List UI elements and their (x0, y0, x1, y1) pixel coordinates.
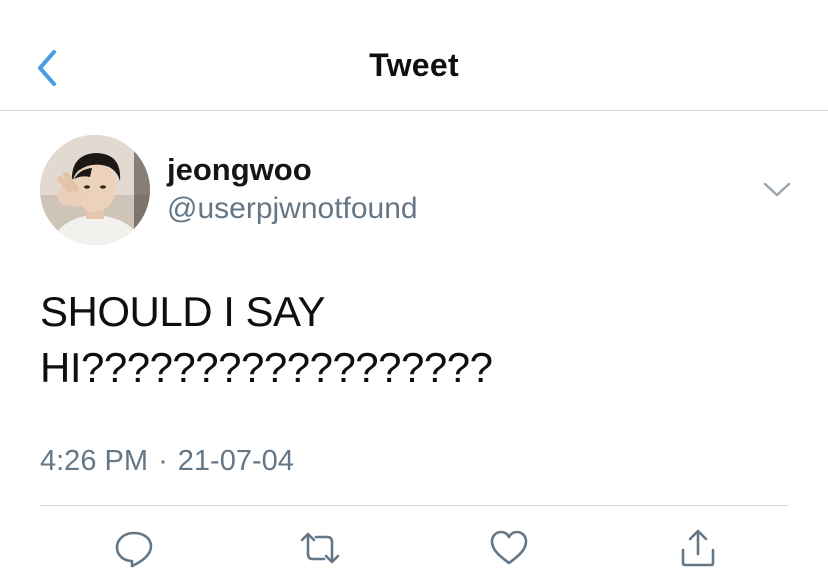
navigation-bar: Tweet (0, 0, 828, 111)
retweet-icon (300, 532, 340, 564)
tweet-menu-button[interactable] (760, 178, 794, 202)
like-button[interactable] (487, 526, 531, 570)
author-handle[interactable]: @userpjwnotfound (167, 192, 418, 226)
reply-button[interactable] (112, 526, 156, 570)
timestamp-separator: · (158, 445, 168, 477)
divider (40, 505, 788, 506)
author-display-name[interactable]: jeongwoo (167, 152, 312, 188)
share-icon (681, 529, 715, 567)
tweet-date: 21-07-04 (177, 445, 294, 477)
tweet-detail-screen: Tweet jeongwoo @userpjwnotfound SHOULD I… (0, 0, 828, 587)
avatar[interactable] (40, 135, 150, 245)
reply-icon (115, 531, 153, 568)
tweet-text-line: HI?????????????????? (40, 344, 493, 391)
tweet-text-line: SHOULD I SAY (40, 288, 325, 335)
page-title: Tweet (369, 47, 459, 83)
tweet-text: SHOULD I SAY HI?????????????????? (40, 284, 780, 396)
tweet-time: 4:26 PM (40, 445, 148, 477)
retweet-button[interactable] (298, 526, 342, 570)
heart-icon (490, 530, 528, 565)
chevron-down-icon (763, 182, 791, 197)
share-button[interactable] (676, 526, 720, 570)
tweet-timestamp: 4:26 PM · 21-07-04 (40, 445, 294, 478)
profile-photo (40, 135, 150, 245)
